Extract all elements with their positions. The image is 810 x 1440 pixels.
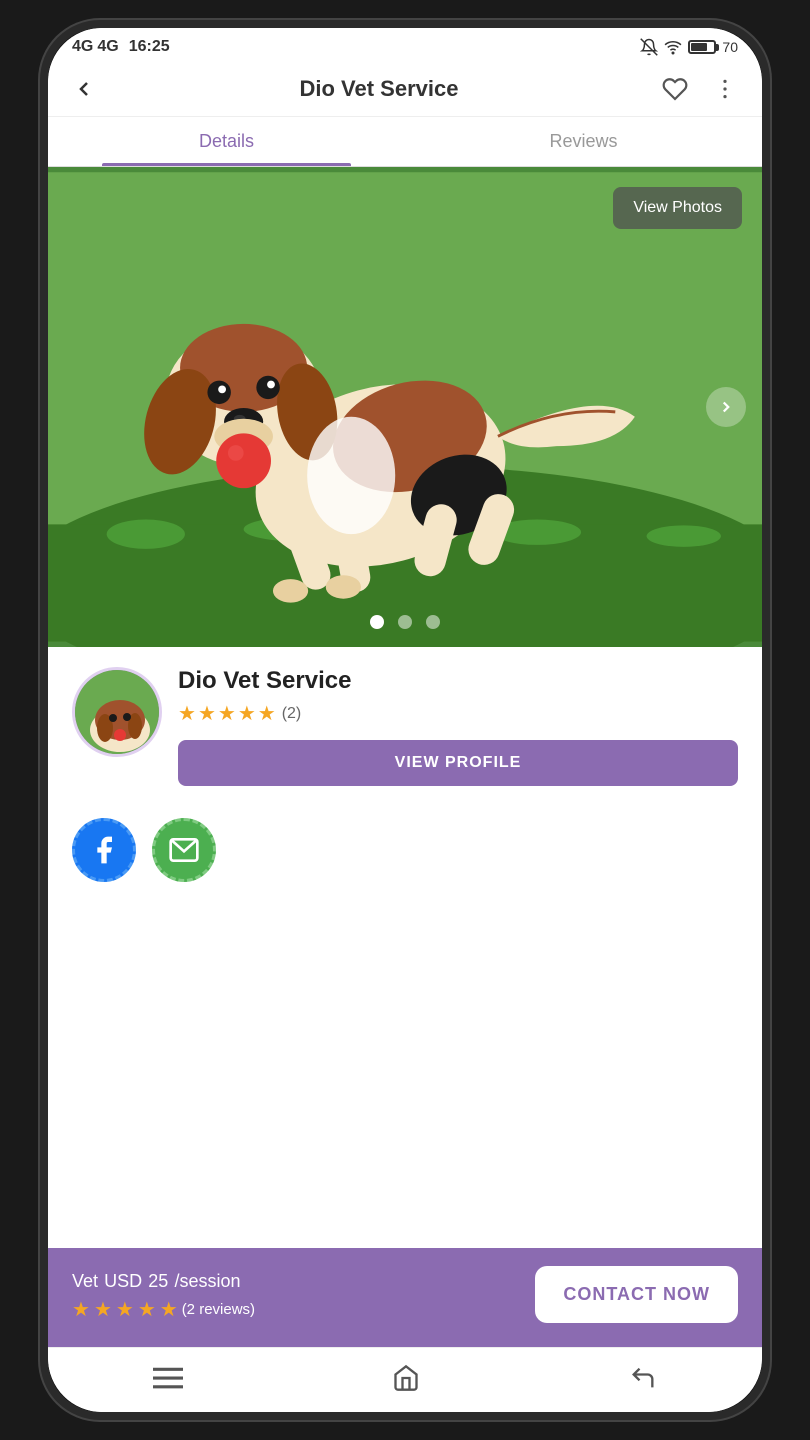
- social-section: [48, 802, 762, 898]
- bottom-star-3: ★: [116, 1297, 134, 1322]
- service-name: Dio Vet Service: [178, 667, 738, 695]
- header-title: Dio Vet Service: [300, 76, 459, 102]
- image-slider: View Photos: [48, 167, 762, 647]
- price-text: Vet USD 25 /session: [72, 1267, 255, 1293]
- favorite-button[interactable]: [658, 72, 692, 106]
- tab-reviews[interactable]: Reviews: [405, 117, 762, 166]
- bottom-stars: ★ ★ ★ ★ ★ (2 reviews): [72, 1297, 255, 1322]
- slider-dots: [370, 615, 440, 629]
- menu-icon: [153, 1366, 183, 1390]
- contact-now-button[interactable]: CONTACT NOW: [535, 1266, 738, 1323]
- price-amount: 25: [148, 1271, 168, 1291]
- slider-next-button[interactable]: [706, 387, 746, 427]
- nav-menu-button[interactable]: [153, 1366, 183, 1390]
- tab-details[interactable]: Details: [48, 117, 405, 166]
- nav-home-button[interactable]: [392, 1364, 420, 1392]
- star-3: ★: [218, 701, 236, 726]
- rating-row: ★ ★ ★ ★ ★ (2): [178, 701, 738, 726]
- phone-frame: 4G 4G 16:25: [40, 20, 770, 1420]
- status-bar: 4G 4G 16:25: [48, 28, 762, 62]
- nav-back-button[interactable]: [629, 1364, 657, 1392]
- network2-label: 4G: [97, 38, 118, 56]
- back-button[interactable]: [68, 73, 100, 105]
- battery-tip: [716, 44, 719, 51]
- header-icons: [658, 72, 742, 106]
- dot-1[interactable]: [370, 615, 384, 629]
- service-details: Dio Vet Service ★ ★ ★ ★ ★ (2) VIEW PROFI…: [178, 667, 738, 786]
- facebook-icon-button[interactable]: [72, 818, 136, 882]
- service-avatar: [72, 667, 162, 757]
- bottom-star-4: ★: [138, 1297, 156, 1322]
- dot-2[interactable]: [398, 615, 412, 629]
- network1-label: 4G: [72, 38, 93, 56]
- per-session-label: /session: [174, 1271, 240, 1291]
- status-network-time: 4G 4G 16:25: [72, 38, 170, 56]
- price-section: Vet USD 25 /session ★ ★ ★ ★ ★ (2 reviews…: [72, 1267, 255, 1322]
- bell-muted-icon: [640, 38, 658, 56]
- nav-bar: [48, 1347, 762, 1412]
- battery-percent: 70: [722, 39, 738, 55]
- star-4: ★: [238, 701, 256, 726]
- star-half: ★: [258, 701, 276, 726]
- back-nav-icon: [629, 1364, 657, 1392]
- phone-screen: 4G 4G 16:25: [48, 28, 762, 1412]
- email-icon-button[interactable]: [152, 818, 216, 882]
- email-icon: [168, 834, 200, 866]
- status-icons: 70: [640, 38, 738, 56]
- wifi-icon: [664, 38, 682, 56]
- bottom-action-bar: Vet USD 25 /session ★ ★ ★ ★ ★ (2 reviews…: [48, 1248, 762, 1347]
- tabs-bar: Details Reviews: [48, 117, 762, 167]
- star-rating: ★ ★ ★ ★ ★: [178, 701, 276, 726]
- battery-icon: [688, 40, 716, 54]
- category-label: Vet: [72, 1271, 98, 1291]
- star-2: ★: [198, 701, 216, 726]
- facebook-icon: [88, 834, 120, 866]
- review-count: (2): [282, 705, 302, 723]
- home-icon: [392, 1364, 420, 1392]
- main-content: View Photos: [48, 167, 762, 1248]
- view-profile-button[interactable]: VIEW PROFILE: [178, 740, 738, 786]
- app-header: Dio Vet Service: [48, 62, 762, 117]
- bottom-star-1: ★: [72, 1297, 90, 1322]
- status-time: 16:25: [129, 38, 170, 56]
- bottom-star-2: ★: [94, 1297, 112, 1322]
- dog-image: [48, 167, 762, 647]
- bottom-review-count: (2 reviews): [182, 1301, 255, 1318]
- view-photos-button[interactable]: View Photos: [613, 187, 742, 229]
- more-button[interactable]: [708, 72, 742, 106]
- dot-3[interactable]: [426, 615, 440, 629]
- star-1: ★: [178, 701, 196, 726]
- service-info: Dio Vet Service ★ ★ ★ ★ ★ (2) VIEW PROFI…: [48, 647, 762, 802]
- battery-fill: [691, 43, 706, 51]
- bottom-star-5: ★: [160, 1297, 178, 1322]
- currency-label: USD: [104, 1271, 142, 1291]
